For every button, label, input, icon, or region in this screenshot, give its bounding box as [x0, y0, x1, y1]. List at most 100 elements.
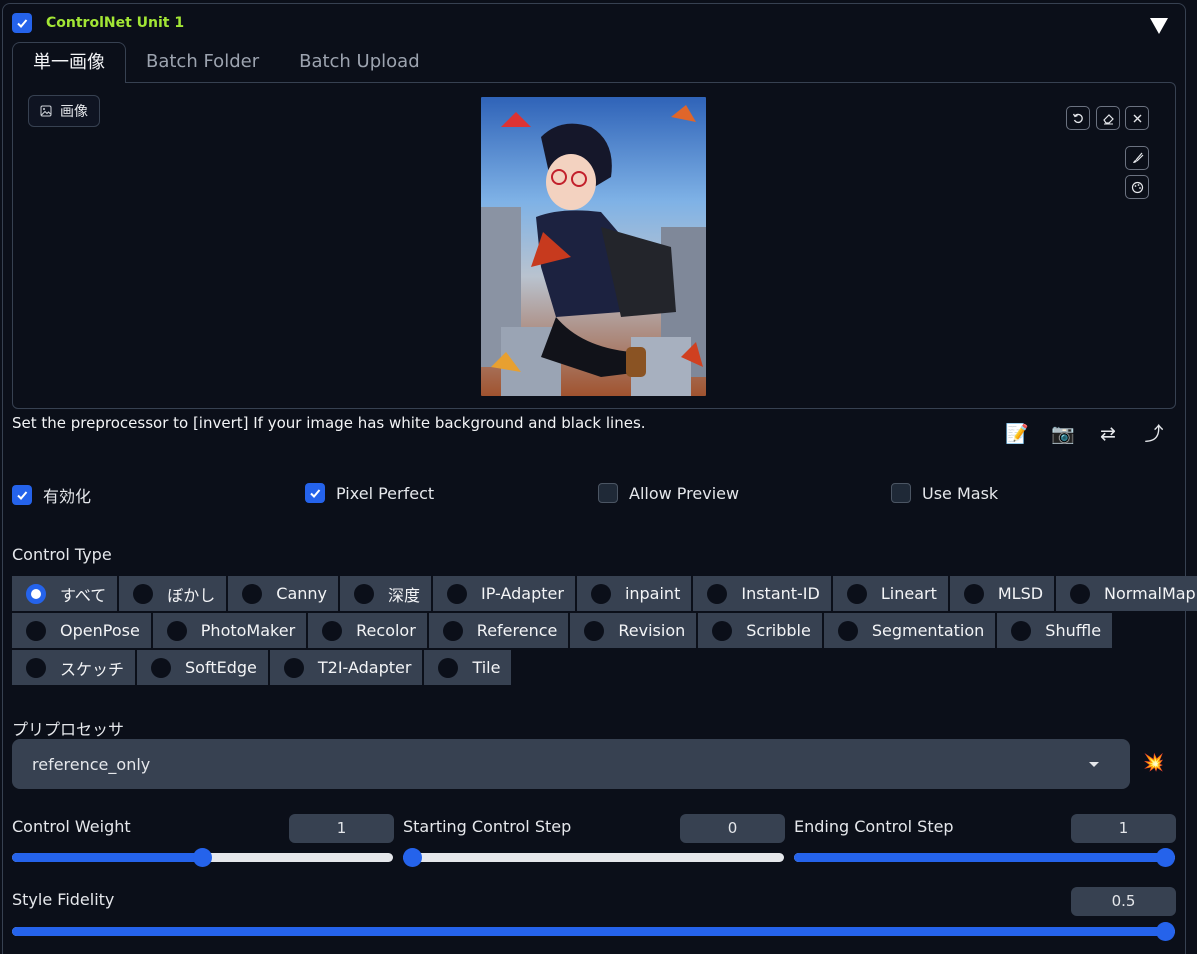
- swap-icon[interactable]: ⇄: [1096, 422, 1120, 446]
- radio-dot: [133, 583, 154, 604]
- radio-dot: [283, 657, 304, 678]
- image-upload-area[interactable]: 画像: [12, 82, 1176, 409]
- radio-label: inpaint: [624, 584, 681, 603]
- radio-dot: [354, 583, 374, 604]
- radio-label: SoftEdge: [185, 658, 257, 677]
- style-fidelity-slider[interactable]: [12, 922, 1175, 941]
- radio-label: Scribble: [746, 621, 811, 640]
- check-icon: [17, 491, 28, 500]
- radio-shuffle[interactable]: Shuffle: [997, 613, 1113, 648]
- radio-label: すべて: [60, 585, 107, 605]
- image-label-text: 画像: [60, 104, 88, 120]
- allow-preview-option[interactable]: Allow Preview: [598, 483, 739, 503]
- starting-step-input[interactable]: 0: [680, 814, 785, 843]
- radio-t2i-adapter[interactable]: T2I-Adapter: [269, 650, 423, 685]
- ending-step-input[interactable]: 1: [1071, 814, 1176, 843]
- allow-preview-checkbox[interactable]: [598, 483, 618, 503]
- radio-label: Shuffle: [1045, 621, 1102, 640]
- radio-reference[interactable]: Reference: [428, 613, 569, 648]
- brush-icon: [1132, 152, 1143, 163]
- enable-checkbox[interactable]: [12, 485, 32, 505]
- radio-depth[interactable]: 深度: [340, 576, 432, 611]
- radio-dot: [26, 583, 46, 604]
- radio-dot: [584, 620, 605, 641]
- radio-label: Revision: [618, 621, 686, 640]
- radio-revision[interactable]: Revision: [570, 613, 697, 648]
- unit-header[interactable]: ControlNet Unit 1: [12, 13, 184, 33]
- radio-label: Segmentation: [871, 621, 985, 640]
- preprocessor-label: プリプロセッサ: [12, 720, 125, 739]
- radio-label: 深度: [388, 585, 421, 605]
- slider-thumb[interactable]: [403, 848, 422, 867]
- unit-title: ControlNet Unit 1: [46, 15, 185, 31]
- input-tabs: 単一画像 Batch Folder Batch Upload: [12, 42, 440, 83]
- image-label: 画像: [28, 95, 100, 127]
- starting-step-slider[interactable]: [403, 848, 784, 867]
- control-weight-slider[interactable]: [12, 848, 393, 867]
- radio-dot: [26, 620, 46, 641]
- collapse-triangle-icon[interactable]: [1150, 18, 1168, 34]
- unit-enable-checkbox[interactable]: [12, 13, 32, 33]
- radio-canny[interactable]: Canny: [228, 576, 338, 611]
- pixel-perfect-label: Pixel Perfect: [336, 483, 435, 503]
- preprocessor-value: reference_only: [32, 754, 151, 774]
- slider-fill: [794, 853, 1166, 862]
- tab-batch-folder[interactable]: Batch Folder: [126, 42, 279, 83]
- use-mask-checkbox[interactable]: [891, 483, 911, 503]
- radio-dot: [447, 583, 468, 604]
- radio-inpaint[interactable]: inpaint: [576, 576, 692, 611]
- radio-dot: [1070, 583, 1091, 604]
- color-palette-button[interactable]: [1125, 175, 1149, 199]
- control-weight-label: Control Weight: [12, 817, 131, 836]
- slider-thumb[interactable]: [193, 848, 212, 867]
- run-preprocessor-icon[interactable]: 💥: [1143, 753, 1164, 773]
- radio-segmentation[interactable]: Segmentation: [823, 613, 996, 648]
- eraser-button[interactable]: [1096, 106, 1120, 130]
- radio-scribble[interactable]: Scribble: [698, 613, 822, 648]
- radio-tile[interactable]: Tile: [424, 650, 512, 685]
- palette-icon: [1131, 181, 1143, 193]
- radio-all[interactable]: すべて: [12, 576, 118, 611]
- tab-batch-upload[interactable]: Batch Upload: [279, 42, 440, 83]
- radio-mlsd[interactable]: MLSD: [949, 576, 1055, 611]
- control-type-row: すべて ぼかし Canny 深度 IP-Adapter inpaint Inst…: [12, 576, 1197, 611]
- radio-softedge[interactable]: SoftEdge: [137, 650, 268, 685]
- radio-recolor[interactable]: Recolor: [308, 613, 427, 648]
- radio-ip-adapter[interactable]: IP-Adapter: [433, 576, 575, 611]
- slider-thumb[interactable]: [1156, 922, 1175, 941]
- control-weight-input[interactable]: 1: [289, 814, 394, 843]
- clear-button[interactable]: [1125, 106, 1149, 130]
- starting-step-label: Starting Control Step: [403, 817, 572, 836]
- tab-single-image[interactable]: 単一画像: [12, 42, 126, 83]
- radio-label: PhotoMaker: [200, 621, 296, 640]
- radio-dot: [712, 620, 733, 641]
- radio-dot: [442, 620, 463, 641]
- radio-photomaker[interactable]: PhotoMaker: [152, 613, 307, 648]
- pixel-perfect-checkbox[interactable]: [305, 483, 325, 503]
- radio-dot: [590, 583, 611, 604]
- radio-label: Recolor: [356, 621, 416, 640]
- image-icon: [40, 105, 52, 117]
- radio-instant-id[interactable]: Instant-ID: [693, 576, 831, 611]
- use-mask-option[interactable]: Use Mask: [891, 483, 998, 503]
- radio-normalmap[interactable]: NormalMap: [1056, 576, 1197, 611]
- slider-thumb[interactable]: [1156, 848, 1175, 867]
- brush-button[interactable]: [1125, 146, 1149, 170]
- radio-lineart[interactable]: Lineart: [832, 576, 948, 611]
- radio-blur[interactable]: ぼかし: [119, 576, 227, 611]
- pixel-perfect-option[interactable]: Pixel Perfect: [305, 483, 434, 503]
- control-type-label: Control Type: [12, 545, 112, 564]
- enable-option[interactable]: 有効化: [12, 483, 91, 507]
- memo-icon[interactable]: 📝: [1005, 422, 1029, 446]
- radio-label: IP-Adapter: [481, 584, 564, 603]
- radio-label: Instant-ID: [741, 584, 820, 603]
- radio-sketch[interactable]: スケッチ: [12, 650, 136, 685]
- style-fidelity-input[interactable]: 0.5: [1071, 887, 1176, 916]
- slider-fill: [12, 853, 203, 862]
- undo-button[interactable]: [1066, 106, 1090, 130]
- camera-icon[interactable]: 📷: [1051, 422, 1075, 446]
- radio-openpose[interactable]: OpenPose: [12, 613, 151, 648]
- preprocessor-dropdown[interactable]: reference_only: [12, 739, 1130, 789]
- ending-step-slider[interactable]: [794, 848, 1175, 867]
- send-dimensions-icon[interactable]: ⤴: [1142, 422, 1166, 446]
